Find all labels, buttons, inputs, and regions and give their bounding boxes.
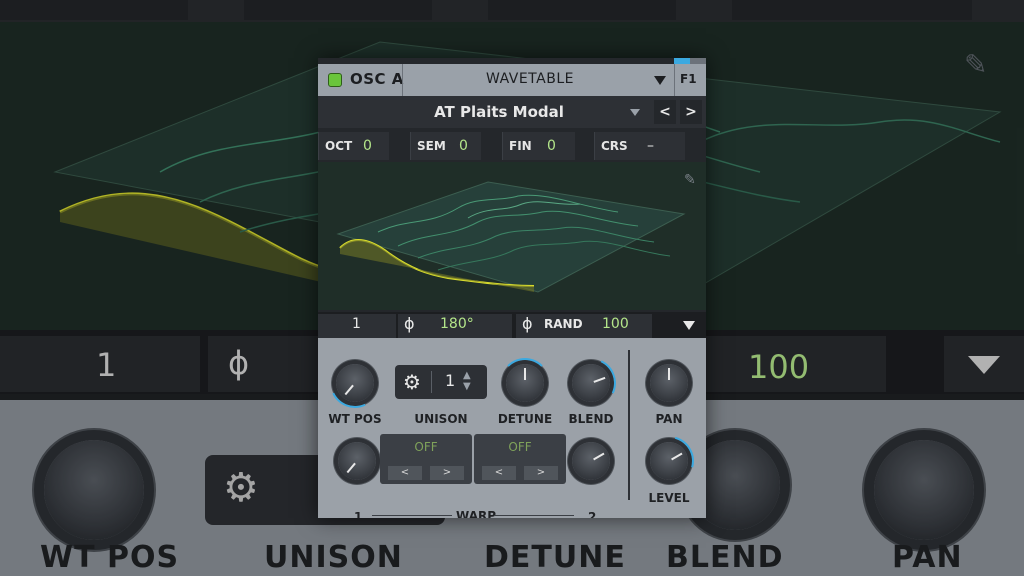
knob-arc <box>322 350 388 416</box>
preset-next-button[interactable]: > <box>680 100 702 124</box>
warp-1-prev-button[interactable]: < <box>388 466 422 480</box>
pan-knob[interactable] <box>650 364 688 402</box>
warp-label: WARP <box>456 509 497 518</box>
param-oct-label: OCT <box>325 139 353 153</box>
param-sem-value[interactable]: 0 <box>459 138 468 154</box>
pencil-icon[interactable]: ✎ <box>684 172 696 188</box>
knob-arc <box>558 350 624 416</box>
warp-2-knob[interactable] <box>572 442 610 480</box>
param-sem-label: SEM <box>417 139 446 153</box>
rand-label: RAND <box>544 317 583 331</box>
param-fin[interactable]: FIN 0 <box>502 132 575 160</box>
warp-1-select[interactable]: OFF < > <box>380 434 472 484</box>
warp-2-number: 2 <box>588 510 597 518</box>
unison-stepper[interactable]: ⚙ 1 ▲ ▼ <box>395 365 487 399</box>
warp-1-knob[interactable] <box>338 442 376 480</box>
osc-title: OSC A <box>350 70 404 88</box>
stepper-arrows-icon[interactable]: ▲ ▼ <box>463 370 471 392</box>
header-divider-2 <box>674 64 675 96</box>
osc-mode-select[interactable]: WAVETABLE <box>402 71 658 87</box>
warp-1-number: 1 <box>354 510 363 518</box>
warp-line-right <box>494 515 574 516</box>
param-oct-value[interactable]: 0 <box>363 138 372 154</box>
warp-2-state: OFF <box>508 440 532 454</box>
pan-label: PAN <box>655 412 683 426</box>
voice-row: 1 ϕ 180° ϕ RAND 100 <box>318 312 706 338</box>
section-divider <box>628 350 630 500</box>
chevron-down-icon[interactable] <box>683 321 695 330</box>
osc-enable-toggle[interactable] <box>328 73 342 87</box>
preset-prev-button[interactable]: < <box>654 100 676 124</box>
detune-knob[interactable] <box>500 358 550 402</box>
unison-value[interactable]: 1 <box>445 371 455 390</box>
phase-value[interactable]: 180° <box>440 316 474 332</box>
warp-2-select[interactable]: OFF < > <box>474 434 566 484</box>
knob-section: WT POS ⚙ 1 ▲ ▼ UNISON DETUNE BLEND PAN 1… <box>318 338 706 518</box>
warp-1-state: OFF <box>414 440 438 454</box>
param-crs-value[interactable]: – <box>647 138 654 154</box>
blend-knob[interactable] <box>558 350 624 416</box>
phase-icon: ϕ <box>404 314 415 333</box>
param-crs-label: CRS <box>601 139 628 153</box>
rand-phase-icon: ϕ <box>522 314 533 333</box>
knob-arc <box>634 426 704 496</box>
param-oct[interactable]: OCT 0 <box>318 132 389 160</box>
param-fin-value[interactable]: 0 <box>547 138 556 154</box>
warp-2-next-button[interactable]: > <box>524 466 558 480</box>
wavetable-display[interactable] <box>318 162 706 310</box>
chevron-down-icon[interactable] <box>654 76 666 85</box>
preset-dropdown-icon[interactable] <box>630 109 640 116</box>
wavetable-3d-svg <box>336 181 686 293</box>
level-label: LEVEL <box>648 491 690 505</box>
warp-1-next-button[interactable]: > <box>430 466 464 480</box>
wt-pos-label: WT POS <box>328 412 382 426</box>
warp-line-left <box>372 515 452 516</box>
param-sem[interactable]: SEM 0 <box>410 132 481 160</box>
unison-voices-value[interactable]: 1 <box>352 316 361 332</box>
blend-label: BLEND <box>568 412 614 426</box>
knob-arc <box>500 358 550 408</box>
param-fin-label: FIN <box>509 139 532 153</box>
osc-a-panel: OSC A WAVETABLE F1 AT Plaits Modal < > O… <box>318 58 706 518</box>
gear-icon[interactable]: ⚙ <box>403 370 421 394</box>
filter-route-button[interactable]: F1 <box>680 72 697 86</box>
level-knob[interactable] <box>634 426 704 496</box>
preset-name[interactable]: AT Plaits Modal <box>354 103 644 121</box>
knob-indicator <box>668 368 670 380</box>
warp-2-prev-button[interactable]: < <box>482 466 516 480</box>
param-crs[interactable]: CRS – <box>594 132 685 160</box>
knob-indicator <box>593 452 605 461</box>
unison-divider <box>431 371 432 393</box>
unison-label: UNISON <box>414 412 468 426</box>
pitch-params: OCT 0 SEM 0 FIN 0 CRS – <box>318 132 706 162</box>
osc-header: OSC A WAVETABLE F1 <box>318 64 706 96</box>
rand-value[interactable]: 100 <box>602 316 629 332</box>
detune-label: DETUNE <box>497 412 553 426</box>
wt-pos-knob[interactable] <box>322 350 388 416</box>
knob-indicator <box>346 462 356 474</box>
rand-cell[interactable] <box>516 314 652 338</box>
preset-bar: AT Plaits Modal < > <box>318 96 706 128</box>
